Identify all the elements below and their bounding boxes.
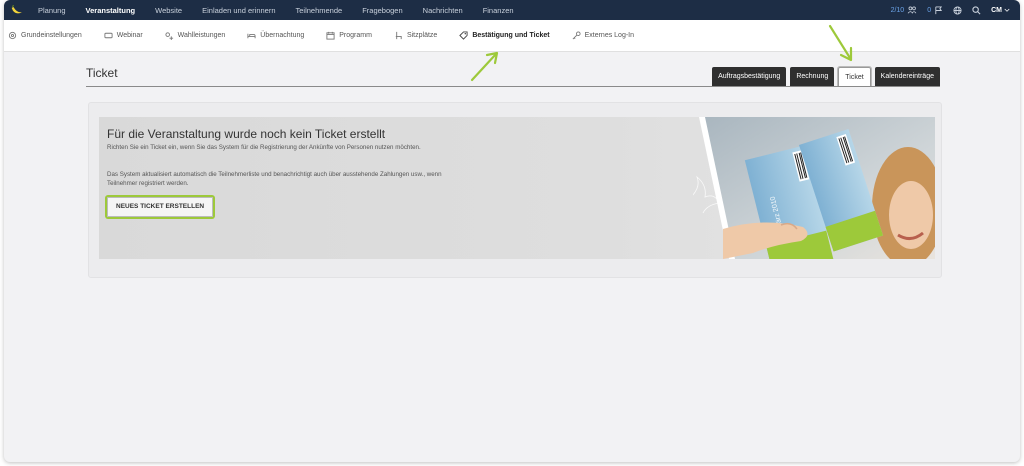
participants-count: 2/10 [890,6,905,14]
subnav-uebernachtung[interactable]: Übernachtung [247,31,304,40]
annotation-arrow-subnav [470,51,499,82]
gear-icon [8,31,17,40]
tab-ticket[interactable]: Ticket [837,66,872,87]
top-right-tools: 2/10 0 CM [891,0,1010,20]
nav-finanzen[interactable]: Finanzen [483,6,514,15]
subnav-programm[interactable]: Programm [326,31,372,40]
user-menu[interactable]: CM [991,7,1010,14]
sub-navigation: Grundeinstellungen Webinar Wahlleistunge… [4,20,1020,52]
key-icon [572,31,581,40]
banner-description-secondary: Das System aktualisiert automatisch die … [107,171,442,187]
app-window: Planung Veranstaltung Website Einladen u… [4,0,1020,462]
calendar-icon [326,31,335,40]
subnav-grundeinstellungen[interactable]: Grundeinstellungen [8,31,82,40]
ticket-panel: Für die Veranstaltung wurde noch kein Ti… [88,102,942,278]
subnav-label: Sitzplätze [406,32,438,39]
subnav-label: Wahlleistungen [177,32,226,39]
subnav-label: Webinar [116,32,143,39]
tag-icon [459,31,468,40]
banana-logo-icon[interactable] [8,3,26,17]
subnav-label: Grundeinstellungen [21,32,82,39]
tasks-indicator[interactable]: 0 [927,5,943,15]
subnav-bestaetigung-ticket[interactable]: Bestätigung und Ticket [459,31,550,40]
subnav-label: Übernachtung [260,32,305,39]
subnav-label: Programm [339,32,372,39]
tab-kalendereintraege[interactable]: Kalendereinträge [874,67,940,86]
nav-fragebogen[interactable]: Fragebogen [362,6,402,15]
nav-teilnehmende[interactable]: Teilnehmende [296,6,343,15]
user-initials: CM [991,6,1002,14]
participants-indicator[interactable]: 2/10 [891,6,918,14]
banner-description: Richten Sie ein Ticket ein, wenn Sie das… [107,144,421,151]
tab-auftragsbestaetigung[interactable]: Auftragsbestätigung [712,67,787,86]
empty-state-banner: Für die Veranstaltung wurde noch kein Ti… [99,117,935,259]
title-divider [86,86,940,87]
nav-einladen[interactable]: Einladen und erinnern [202,6,275,15]
bed-icon [247,33,256,39]
page-title: Ticket [86,66,118,80]
nav-website[interactable]: Website [155,6,182,15]
tickets-illustration: März 2010 [693,117,935,259]
video-icon [104,32,113,39]
subnav-externes-login[interactable]: Externes Log-In [572,31,634,40]
document-tabs: Auftragsbestätigung Rechnung Ticket Kale… [712,66,940,87]
subnav-webinar[interactable]: Webinar [104,31,143,40]
people-icon [907,6,917,14]
globe-icon[interactable] [953,5,962,15]
chevron-down-icon [1004,8,1010,12]
top-navigation: Planung Veranstaltung Website Einladen u… [4,0,1020,20]
nav-planung[interactable]: Planung [38,6,66,15]
banner-title: Für die Veranstaltung wurde noch kein Ti… [107,127,386,141]
flag-list-icon [935,5,943,14]
subnav-label: Bestätigung und Ticket [472,32,550,39]
subnav-wahlleistungen[interactable]: Wahlleistungen [165,31,226,40]
nav-veranstaltung[interactable]: Veranstaltung [86,6,136,15]
subnav-sitzplaetze[interactable]: Sitzplätze [394,31,437,40]
tab-rechnung[interactable]: Rechnung [790,67,835,86]
annotation-arrow-ticket-tab [828,24,853,62]
cta-highlight: NEUES TICKET ERSTELLEN [105,195,216,219]
nav-nachrichten[interactable]: Nachrichten [423,6,463,15]
create-ticket-button[interactable]: NEUES TICKET ERSTELLEN [107,197,214,217]
search-icon[interactable] [972,5,981,15]
subnav-label: Externes Log-In [584,32,635,39]
tasks-count: 0 [927,6,932,14]
seat-icon [395,31,402,40]
options-icon [165,32,173,40]
